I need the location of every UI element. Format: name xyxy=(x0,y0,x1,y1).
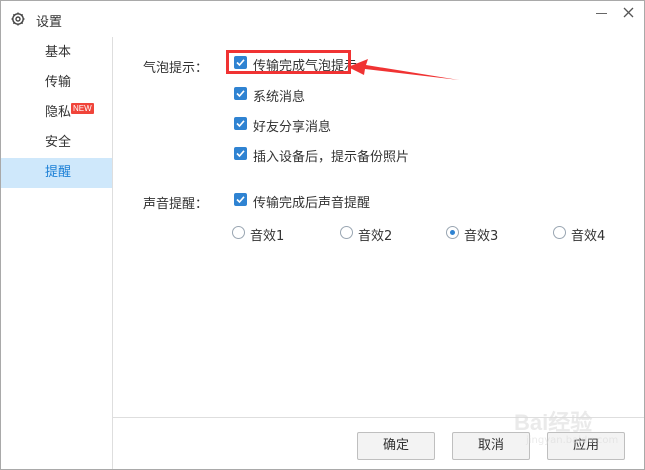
sidebar-item-basic[interactable]: 基本 xyxy=(1,38,112,68)
sidebar-item-label: 隐私 xyxy=(45,105,72,120)
sidebar-item-reminder[interactable]: 提醒 xyxy=(1,158,112,188)
bubble-system-message-label: 系统消息 xyxy=(253,90,306,105)
check-icon xyxy=(236,196,245,204)
sidebar-item-privacy[interactable]: 隐私 NEW xyxy=(1,98,112,128)
sidebar-item-label: 基本 xyxy=(45,45,72,60)
sound-effect-2-label: 音效2 xyxy=(358,229,393,244)
sound-effect-4-label: 音效4 xyxy=(571,229,606,244)
cancel-button[interactable]: 取消 xyxy=(452,432,530,460)
title-bar: 设置 xyxy=(1,1,644,37)
bubble-system-message-checkbox[interactable] xyxy=(234,87,247,100)
bubble-backup-photos-checkbox[interactable] xyxy=(234,147,247,160)
sound-effect-4-radio[interactable] xyxy=(553,226,566,239)
annotation-highlight-box xyxy=(226,50,351,74)
close-button[interactable] xyxy=(615,2,643,24)
apply-button[interactable]: 应用 xyxy=(547,432,625,460)
sound-transfer-complete-checkbox[interactable] xyxy=(234,193,247,206)
close-icon xyxy=(623,7,634,18)
annotation-arrow-icon xyxy=(348,59,459,80)
sound-section-label: 声音提醒： xyxy=(143,197,209,212)
check-icon xyxy=(236,150,245,158)
bubble-friend-share-checkbox[interactable] xyxy=(234,117,247,130)
ok-button[interactable]: 确定 xyxy=(357,432,435,460)
sound-effect-1-label: 音效1 xyxy=(250,229,285,244)
check-icon xyxy=(236,90,245,98)
gear-icon xyxy=(11,12,25,26)
check-icon xyxy=(236,120,245,128)
sound-transfer-complete-label: 传输完成后声音提醒 xyxy=(253,196,371,211)
sound-effect-3-radio[interactable] xyxy=(446,226,459,239)
minimize-button[interactable] xyxy=(589,2,617,24)
sidebar-item-label: 传输 xyxy=(45,75,72,90)
sound-effect-2-radio[interactable] xyxy=(340,226,353,239)
window-title: 设置 xyxy=(36,15,63,30)
sound-effect-3-label: 音效3 xyxy=(464,229,499,244)
sidebar-item-transfer[interactable]: 传输 xyxy=(1,68,112,98)
bubble-section-label: 气泡提示： xyxy=(143,61,209,76)
sound-effect-1-radio[interactable] xyxy=(232,226,245,239)
bubble-friend-share-label: 好友分享消息 xyxy=(253,120,332,135)
sidebar: 基本 传输 隐私 NEW 安全 提醒 xyxy=(1,37,113,469)
sidebar-item-label: 安全 xyxy=(45,135,72,150)
dialog-footer: 确定 取消 应用 xyxy=(113,417,644,469)
sidebar-item-label: 提醒 xyxy=(45,165,72,180)
new-badge: NEW xyxy=(71,103,94,114)
sidebar-item-security[interactable]: 安全 xyxy=(1,128,112,158)
settings-window: 设置 基本 传输 隐私 NEW 安全 提醒 气泡提示： 传输完成气泡提示 系统消… xyxy=(0,0,645,470)
bubble-backup-photos-label: 插入设备后，提示备份照片 xyxy=(253,150,410,165)
